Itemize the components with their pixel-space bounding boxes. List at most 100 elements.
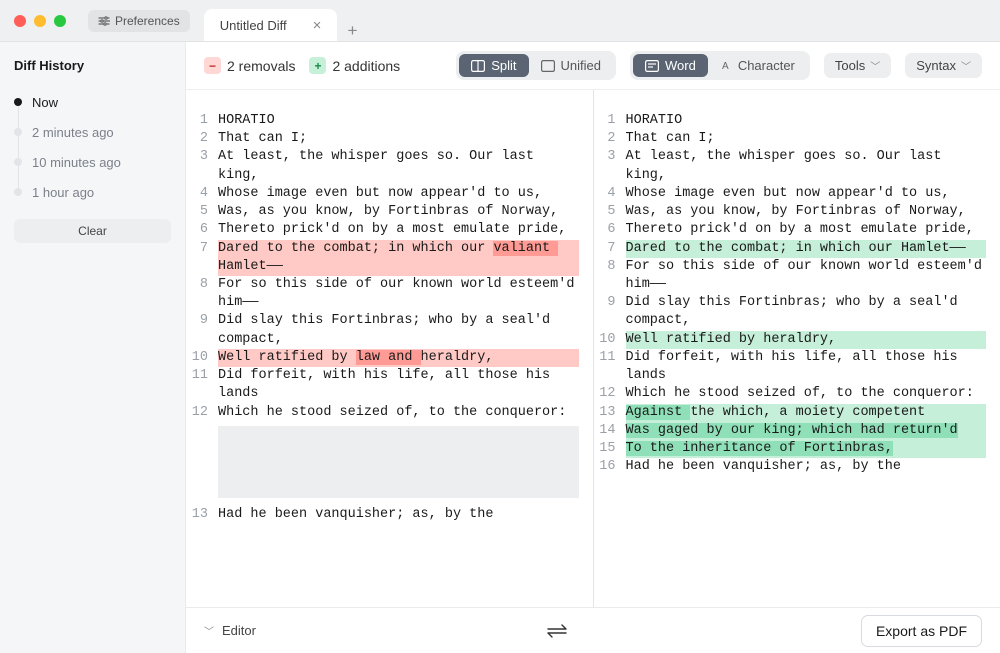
line-content: Did slay this Fortinbras; who by a seal'…: [218, 312, 579, 348]
line-content: Which he stood seized of, to the conquer…: [218, 404, 579, 422]
diff-line: 16Had he been vanquisher; as, by the: [598, 458, 987, 476]
tools-label: Tools: [835, 58, 865, 73]
minimize-window-button[interactable]: [34, 15, 46, 27]
diff-line: 2That can I;: [598, 130, 987, 148]
diff-line: 1HORATIO: [190, 112, 579, 130]
line-number: 15: [598, 440, 626, 458]
history-item[interactable]: Now: [14, 87, 171, 117]
alignment-placeholder: [218, 426, 579, 498]
history-item[interactable]: 2 minutes ago: [14, 117, 171, 147]
sidebar: Diff History Now2 minutes ago 10 minutes …: [0, 42, 186, 653]
line-content: Thereto prick'd on by a most emulate pri…: [626, 221, 987, 239]
history-list: Now2 minutes ago 10 minutes ago 1 hour ago: [14, 87, 171, 207]
line-number: 6: [598, 221, 626, 239]
line-number: 1: [598, 112, 626, 130]
syntax-dropdown[interactable]: Syntax ﹀: [905, 53, 982, 78]
split-label: Split: [491, 58, 516, 73]
footer: ﹀ Editor Export as PDF: [186, 607, 1000, 653]
diff-line: 8For so this side of our known world est…: [190, 276, 579, 312]
word-label: Word: [665, 58, 696, 73]
additions-count: 2 additions: [332, 58, 400, 74]
diff-line: 9Did slay this Fortinbras; who by a seal…: [598, 294, 987, 330]
line-content: Had he been vanquisher; as, by the: [218, 506, 579, 524]
editor-label: Editor: [222, 623, 256, 638]
line-number: 10: [190, 349, 218, 367]
word-granularity-button[interactable]: Word: [633, 54, 708, 77]
line-number: 2: [190, 130, 218, 148]
removals-stat: − 2 removals: [204, 57, 295, 74]
syntax-label: Syntax: [916, 58, 956, 73]
export-pdf-button[interactable]: Export as PDF: [861, 615, 982, 647]
zoom-window-button[interactable]: [54, 15, 66, 27]
character-granularity-button[interactable]: A Character: [708, 54, 807, 77]
swap-icon[interactable]: [544, 623, 572, 639]
line-content: HORATIO: [218, 112, 579, 130]
history-item-label: 10 minutes ago: [32, 155, 121, 170]
diff-line: 13Against the which, a moiety competent: [598, 404, 987, 422]
close-window-button[interactable]: [14, 15, 26, 27]
new-tab-button[interactable]: +: [337, 21, 367, 41]
line-content: That can I;: [626, 130, 987, 148]
line-number: 8: [598, 258, 626, 276]
unified-icon: [541, 60, 555, 72]
toolbar: − 2 removals + 2 additions Split: [186, 42, 1000, 90]
line-number: 8: [190, 276, 218, 294]
removals-count: 2 removals: [227, 58, 295, 74]
split-icon: [471, 60, 485, 72]
diff-line: 11Did forfeit, with his life, all those …: [190, 367, 579, 403]
close-tab-button[interactable]: ×: [313, 17, 322, 34]
line-number: 3: [598, 148, 626, 166]
history-item-label: 1 hour ago: [32, 185, 94, 200]
history-dot-icon: [14, 188, 22, 196]
word-highlight: Was gaged by our king; which had return'…: [626, 423, 958, 438]
line-number: 11: [598, 349, 626, 367]
unified-label: Unified: [561, 58, 601, 73]
character-icon: A: [720, 60, 732, 72]
line-number: 7: [190, 240, 218, 258]
word-highlight: To the inheritance of Fortinbras,: [626, 441, 893, 456]
tab-untitled-diff[interactable]: Untitled Diff ×: [204, 9, 338, 41]
window-controls: [0, 15, 80, 27]
word-highlight: law and: [356, 350, 421, 365]
editor-toggle[interactable]: ﹀ Editor: [204, 623, 256, 638]
diff-line: 3At least, the whisper goes so. Our last…: [190, 148, 579, 184]
sliders-icon: [98, 15, 110, 27]
line-number: 2: [598, 130, 626, 148]
split-view-button[interactable]: Split: [459, 54, 528, 77]
line-content: Dared to the combat; in which our valian…: [218, 240, 579, 276]
line-number: 4: [598, 185, 626, 203]
line-content: Well ratified by heraldry,: [626, 331, 987, 349]
view-mode-segment: Split Unified: [456, 51, 616, 80]
svg-text:A: A: [722, 61, 729, 72]
granularity-segment: Word A Character: [630, 51, 810, 80]
line-number: 11: [190, 367, 218, 385]
diff-line: 6Thereto prick'd on by a most emulate pr…: [190, 221, 579, 239]
line-content: Did forfeit, with his life, all those hi…: [218, 367, 579, 403]
unified-view-button[interactable]: Unified: [529, 54, 613, 77]
left-pane[interactable]: 1HORATIO2That can I;3At least, the whisp…: [186, 90, 594, 607]
clear-history-button[interactable]: Clear: [14, 219, 171, 243]
line-content: Did forfeit, with his life, all those hi…: [626, 349, 987, 385]
line-content: Had he been vanquisher; as, by the: [626, 458, 987, 476]
sidebar-heading: Diff History: [14, 58, 171, 73]
chevron-down-icon: ﹀: [204, 623, 214, 638]
line-content: Against the which, a moiety competent: [626, 404, 987, 422]
line-content: That can I;: [218, 130, 579, 148]
line-number: 13: [190, 506, 218, 524]
history-item[interactable]: 10 minutes ago: [14, 147, 171, 177]
line-content: Was, as you know, by Fortinbras of Norwa…: [218, 203, 579, 221]
diff-line: 10Well ratified by law and heraldry,: [190, 349, 579, 367]
line-content: Was, as you know, by Fortinbras of Norwa…: [626, 203, 987, 221]
preferences-button[interactable]: Preferences: [88, 10, 190, 32]
diff-line: 15To the inheritance of Fortinbras,: [598, 440, 987, 458]
line-number: 12: [598, 385, 626, 403]
diff-line: 13Had he been vanquisher; as, by the: [190, 506, 579, 524]
tools-dropdown[interactable]: Tools ﹀: [824, 53, 891, 78]
line-content: Well ratified by law and heraldry,: [218, 349, 579, 367]
history-item[interactable]: 1 hour ago: [14, 177, 171, 207]
diff-line: 9Did slay this Fortinbras; who by a seal…: [190, 312, 579, 348]
tabs-bar: Untitled Diff × +: [204, 0, 368, 41]
right-pane[interactable]: 1HORATIO2That can I;3At least, the whisp…: [594, 90, 1000, 607]
plus-chip-icon: +: [309, 57, 326, 74]
diff-line: 11Did forfeit, with his life, all those …: [598, 349, 987, 385]
